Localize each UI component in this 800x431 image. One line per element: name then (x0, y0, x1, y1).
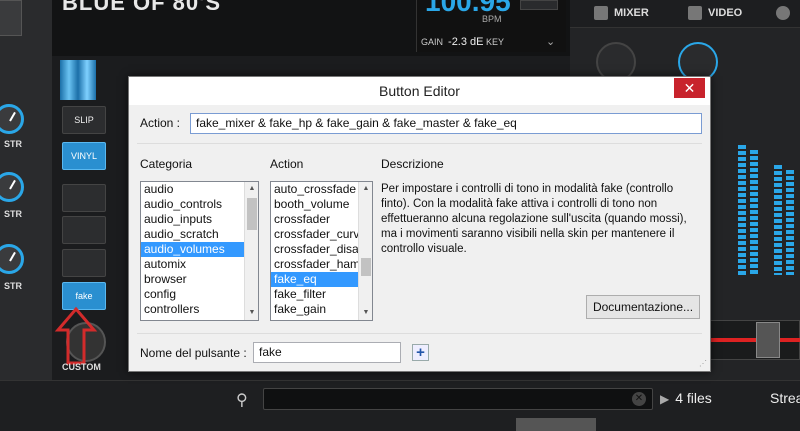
stream-label[interactable]: Strea (770, 390, 800, 406)
crossfader-indicator (708, 338, 800, 342)
waveform[interactable] (60, 60, 96, 100)
action-label: Action : (140, 116, 181, 130)
list-item[interactable]: fake_filter (271, 287, 372, 302)
custom-slot-button[interactable] (62, 249, 106, 277)
list-item[interactable]: crossfader_ham (271, 257, 372, 272)
chevron-down-icon[interactable]: ⌄ (546, 35, 555, 48)
description-text: Per impostare i controlli di tono in mod… (381, 183, 687, 255)
gain-value: -2.3 dE (448, 36, 484, 48)
button-editor-dialog: Button Editor ✕ Action : fake_mixer & fa… (128, 76, 711, 372)
scroll-thumb[interactable] (361, 258, 371, 276)
video-icon (688, 6, 702, 20)
list-item[interactable]: audio_volumes (141, 242, 258, 257)
list-item[interactable]: controllers (141, 302, 258, 317)
vu-meter (786, 170, 794, 275)
scroll-down-icon[interactable]: ▼ (359, 306, 372, 320)
search-icon[interactable]: ⚲ (236, 390, 254, 409)
gain-readout: GAIN -2.3 dE KEY (421, 36, 504, 48)
sync-button[interactable] (520, 0, 558, 10)
custom-slot-button[interactable] (62, 216, 106, 244)
list-item[interactable]: audio (141, 182, 258, 197)
action-list[interactable]: auto_crossfade booth_volume crossfader cros… (270, 181, 373, 321)
button-name-label: Nome del pulsante : (140, 346, 247, 360)
list-item[interactable]: fake_gain (271, 302, 372, 317)
list-item[interactable]: audio_inputs (141, 212, 258, 227)
description-label: Descrizione (381, 157, 444, 171)
bpm-label: BPM (482, 14, 502, 24)
vu-meter (738, 145, 746, 275)
dialog-title: Button Editor (129, 77, 710, 105)
list-item[interactable]: crossfader (271, 212, 372, 227)
deck-menu-button[interactable] (0, 0, 22, 36)
categoria-label: Categoria (140, 157, 193, 171)
vu-meter (774, 165, 782, 275)
button-name-input[interactable]: fake (253, 342, 401, 363)
custom-label: CUSTOM (62, 362, 101, 372)
files-count[interactable]: ▶ 4 files (660, 390, 712, 406)
mixer-icon (594, 6, 608, 20)
list-item[interactable]: audio_controls (141, 197, 258, 212)
tab-video[interactable]: VIDEO (688, 6, 742, 20)
red-arrow-annotation (54, 306, 98, 365)
gain-label: GAIN (421, 37, 444, 47)
action-input[interactable]: fake_mixer & fake_hp & fake_gain & fake_… (190, 113, 702, 134)
circle-icon (776, 6, 790, 20)
stem-label: STR (4, 139, 22, 149)
tab-mixer[interactable]: MIXER (594, 6, 649, 20)
resize-grip-icon[interactable]: ⋰ (699, 359, 707, 368)
crossfader-handle[interactable] (756, 322, 780, 358)
list-item[interactable]: browser (141, 272, 258, 287)
clear-icon[interactable]: ✕ (632, 392, 646, 406)
tab-video-label: VIDEO (708, 7, 743, 19)
scrollbar[interactable]: ▲ ▼ (244, 182, 258, 320)
category-list[interactable]: audio audio_controls audio_inputs audio_scr… (140, 181, 259, 321)
scroll-up-icon[interactable]: ▲ (359, 182, 372, 196)
search-input[interactable] (263, 388, 653, 410)
divider (137, 143, 702, 144)
vu-meter (750, 150, 758, 275)
list-item[interactable]: auto_crossfade (271, 182, 372, 197)
list-item[interactable]: crossfader_disal (271, 242, 372, 257)
stem-label: STR (4, 281, 22, 291)
stem-label: STR (4, 209, 22, 219)
action-column-label: Action (270, 157, 304, 171)
list-item[interactable]: config (141, 287, 258, 302)
vinyl-button[interactable]: VINYL (62, 142, 106, 170)
scroll-up-icon[interactable]: ▲ (245, 182, 258, 196)
list-item[interactable]: fake_eq (271, 272, 372, 287)
divider (137, 333, 702, 334)
documentation-button[interactable]: Documentazione... (586, 295, 700, 319)
scroll-down-icon[interactable]: ▼ (245, 306, 258, 320)
list-item[interactable]: crossfader_curv (271, 227, 372, 242)
scroll-thumb[interactable] (247, 198, 257, 230)
list-item[interactable]: booth_volume (271, 197, 372, 212)
key-label: KEY (486, 37, 505, 47)
tab-extra[interactable] (776, 6, 790, 20)
add-icon[interactable]: + (412, 344, 429, 361)
tab-mixer-label: MIXER (614, 7, 649, 19)
play-icon: ▶ (660, 392, 670, 406)
slip-button[interactable]: SLIP (62, 106, 106, 134)
list-item[interactable]: automix (141, 257, 258, 272)
list-item[interactable]: audio_scratch (141, 227, 258, 242)
close-button[interactable]: ✕ (674, 78, 705, 98)
track-thumbnail (516, 418, 596, 431)
custom-slot-button[interactable] (62, 184, 106, 212)
files-count-label: 4 files (675, 390, 712, 406)
scrollbar[interactable]: ▲ ▼ (358, 182, 372, 320)
track-title: BLUE OF 80'S (62, 0, 222, 15)
